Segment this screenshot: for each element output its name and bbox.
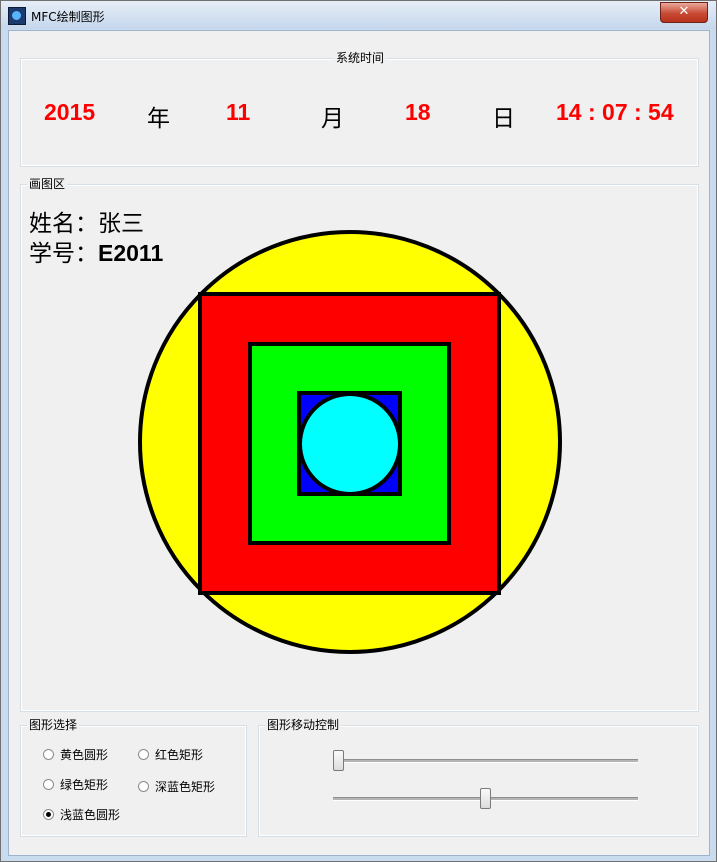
radio-dot-selected[interactable] — [43, 809, 54, 820]
id-value: E2011 — [98, 240, 164, 266]
draw-group-title: 画图区 — [27, 177, 68, 191]
day-value: 18 — [405, 99, 431, 125]
move-control-groupbox: 图形移动控制 — [258, 718, 699, 837]
window-title: MFC绘制图形 — [31, 10, 105, 24]
close-button[interactable]: ✕ — [660, 2, 708, 23]
dialog-client: 系统时间 2015 年 11 月 18 日 14 : 07 : 54 画图区 姓… — [8, 30, 710, 856]
radio-label: 深蓝色矩形 — [155, 780, 216, 794]
radio-red-rectangle[interactable]: 红色矩形 — [138, 746, 203, 763]
title-bar[interactable]: MFC绘制图形 ✕ — [1, 1, 716, 29]
id-label: 学号： — [29, 241, 98, 267]
radio-label: 黄色圆形 — [60, 748, 109, 762]
radio-label: 红色矩形 — [155, 748, 204, 762]
radio-label: 绿色矩形 — [60, 778, 109, 792]
year-value: 2015 — [44, 99, 96, 125]
student-id-line: 学号：E2011 — [29, 234, 163, 268]
app-icon — [8, 7, 26, 25]
month-unit: 月 — [321, 106, 344, 132]
radio-label: 浅蓝色圆形 — [60, 808, 121, 822]
month-value: 11 — [226, 99, 251, 125]
radio-green-rectangle[interactable]: 绿色矩形 — [43, 776, 108, 793]
day-unit: 日 — [492, 106, 515, 132]
radio-dot[interactable] — [138, 781, 149, 792]
radio-yellow-circle[interactable]: 黄色圆形 — [43, 746, 108, 763]
horizontal-slider-track[interactable] — [333, 759, 638, 763]
year-unit: 年 — [147, 106, 170, 132]
time-group-title: 系统时间 — [334, 51, 387, 65]
main-window: MFC绘制图形 ✕ 系统时间 2015 年 11 月 18 日 14 : 07 … — [0, 0, 717, 862]
student-name-line: 姓名：张三 — [29, 204, 144, 238]
move-control-title: 图形移动控制 — [265, 718, 342, 732]
radio-dark-blue-rectangle[interactable]: 深蓝色矩形 — [138, 778, 215, 795]
radio-dot[interactable] — [138, 749, 149, 760]
horizontal-slider-thumb[interactable] — [333, 750, 344, 771]
vertical-slider-thumb[interactable] — [480, 788, 491, 809]
shape-select-title: 图形选择 — [27, 718, 80, 732]
time-value: 14 : 07 : 54 — [556, 99, 674, 125]
radio-dot[interactable] — [43, 749, 54, 760]
radio-light-blue-circle[interactable]: 浅蓝色圆形 — [43, 806, 120, 823]
radio-dot[interactable] — [43, 779, 54, 790]
